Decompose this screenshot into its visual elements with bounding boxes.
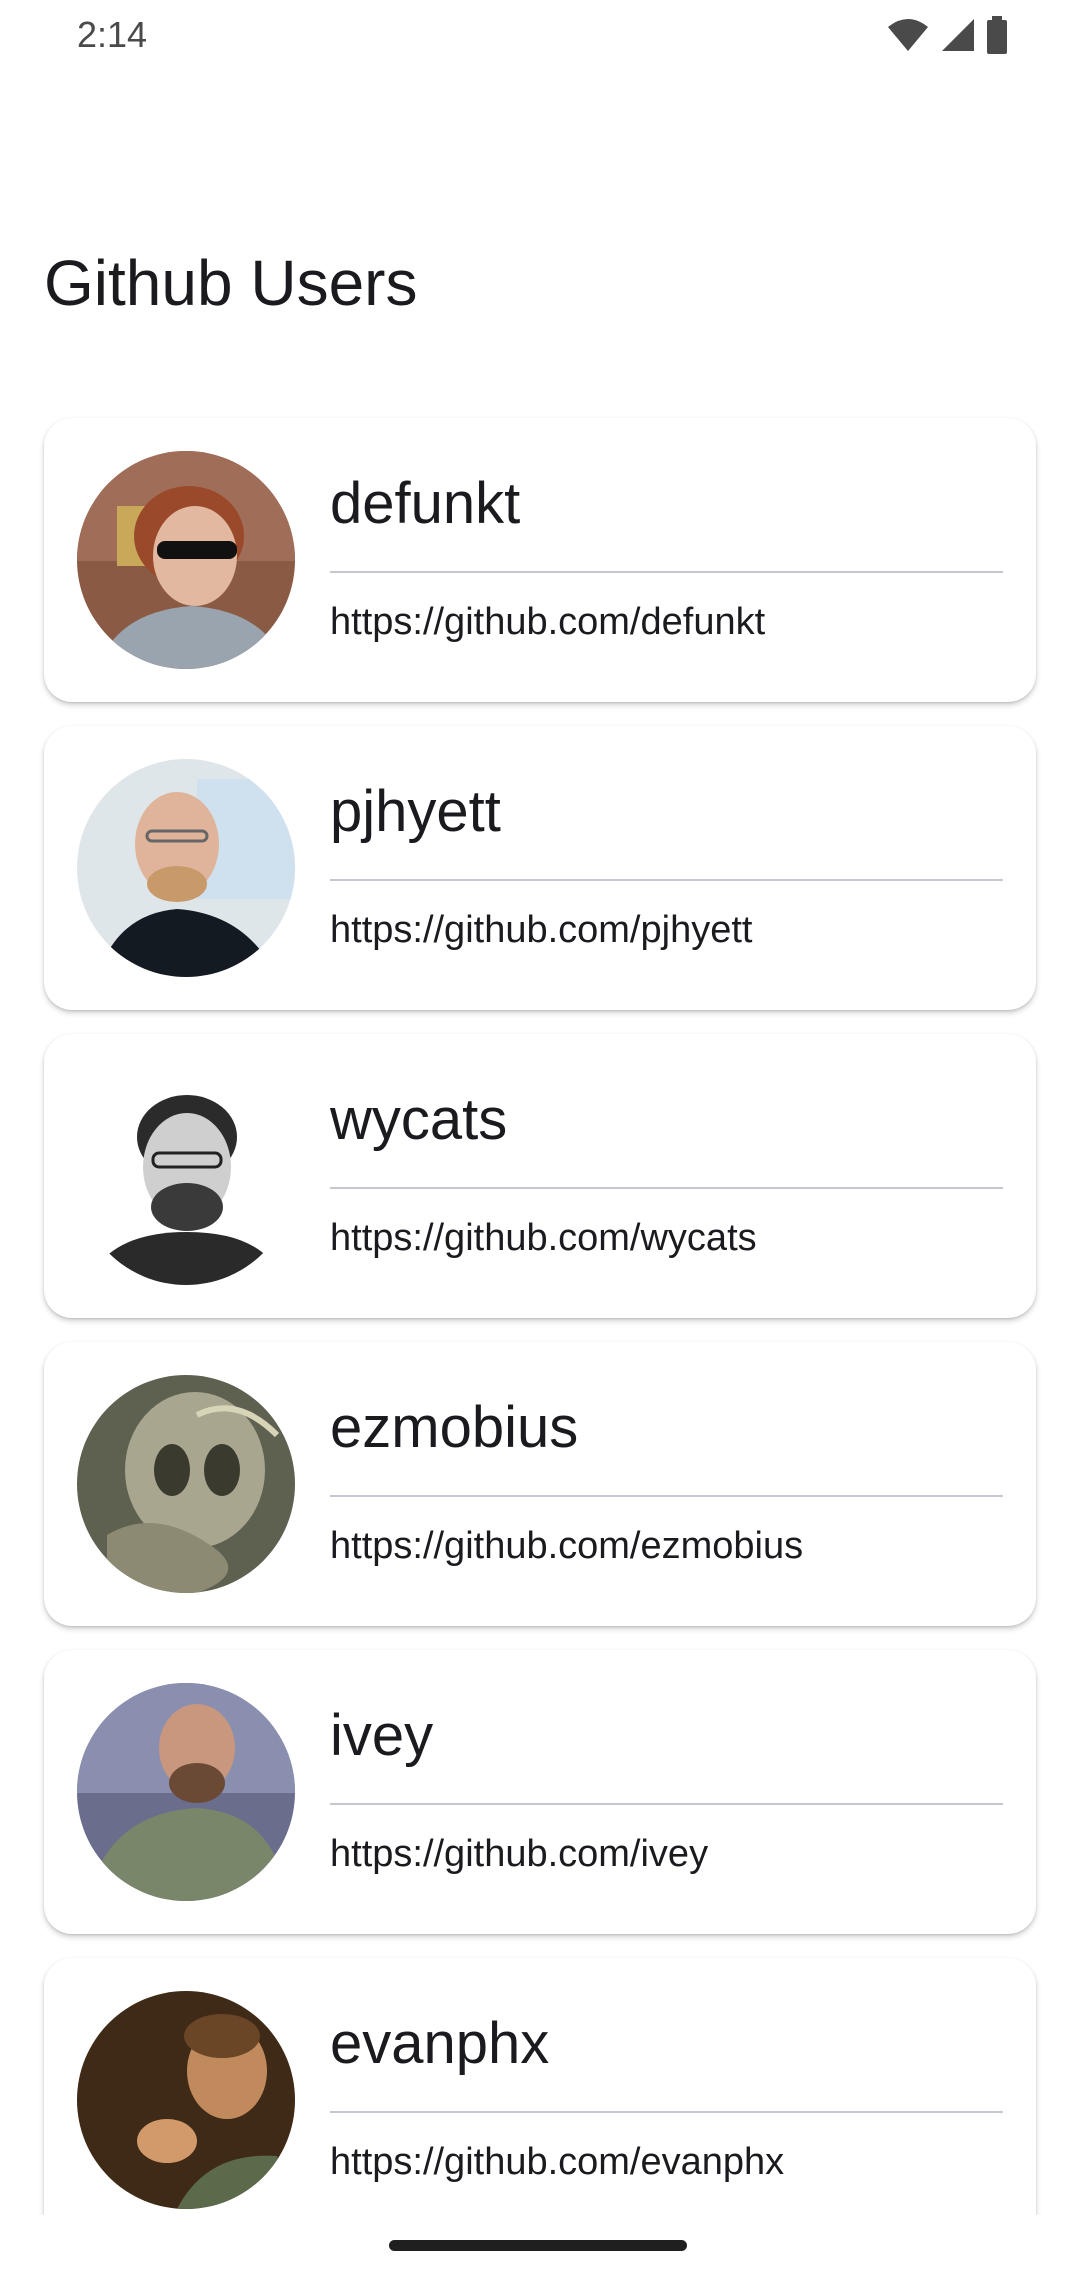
- status-time: 2:14: [77, 14, 148, 55]
- user-card[interactable]: evanphx https://github.com/evanphx: [44, 1958, 1036, 2215]
- user-card[interactable]: pjhyett https://github.com/pjhyett: [44, 726, 1036, 1010]
- divider: [330, 571, 1003, 573]
- divider: [330, 1803, 1003, 1805]
- profile-url[interactable]: https://github.com/evanphx: [330, 2141, 784, 2184]
- user-card[interactable]: wycats https://github.com/wycats: [44, 1034, 1036, 1318]
- divider: [330, 2111, 1003, 2113]
- profile-url[interactable]: https://github.com/wycats: [330, 1217, 757, 1260]
- page-title: Github Users: [44, 247, 418, 319]
- cell-signal-icon: [940, 17, 976, 58]
- username: wycats: [330, 1087, 508, 1152]
- user-card[interactable]: ezmobius https://github.com/ezmobius: [44, 1342, 1036, 1626]
- avatar: [77, 759, 295, 977]
- profile-url[interactable]: https://github.com/pjhyett: [330, 909, 752, 952]
- battery-icon: [986, 16, 1008, 59]
- username: ivey: [330, 1703, 434, 1768]
- status-bar: 2:14: [0, 0, 1080, 72]
- profile-url[interactable]: https://github.com/defunkt: [330, 601, 765, 644]
- status-icons: [886, 16, 1008, 59]
- avatar: [77, 1067, 295, 1285]
- gesture-nav-handle[interactable]: [389, 2240, 687, 2251]
- user-card[interactable]: defunkt https://github.com/defunkt: [44, 418, 1036, 702]
- user-card[interactable]: ivey https://github.com/ivey: [44, 1650, 1036, 1934]
- username: defunkt: [330, 471, 521, 536]
- profile-url[interactable]: https://github.com/ivey: [330, 1833, 708, 1876]
- username: pjhyett: [330, 779, 501, 844]
- username: ezmobius: [330, 1395, 579, 1460]
- username: evanphx: [330, 2011, 550, 2076]
- wifi-icon: [886, 17, 930, 58]
- avatar: [77, 1683, 295, 1901]
- profile-url[interactable]: https://github.com/ezmobius: [330, 1525, 803, 1568]
- avatar: [77, 451, 295, 669]
- avatar: [77, 1375, 295, 1593]
- divider: [330, 879, 1003, 881]
- divider: [330, 1187, 1003, 1189]
- avatar: [77, 1991, 295, 2209]
- user-list-viewport[interactable]: defunkt https://github.com/defunkt pjhye…: [0, 400, 1080, 2215]
- divider: [330, 1495, 1003, 1497]
- user-list: defunkt https://github.com/defunkt pjhye…: [44, 418, 1036, 2215]
